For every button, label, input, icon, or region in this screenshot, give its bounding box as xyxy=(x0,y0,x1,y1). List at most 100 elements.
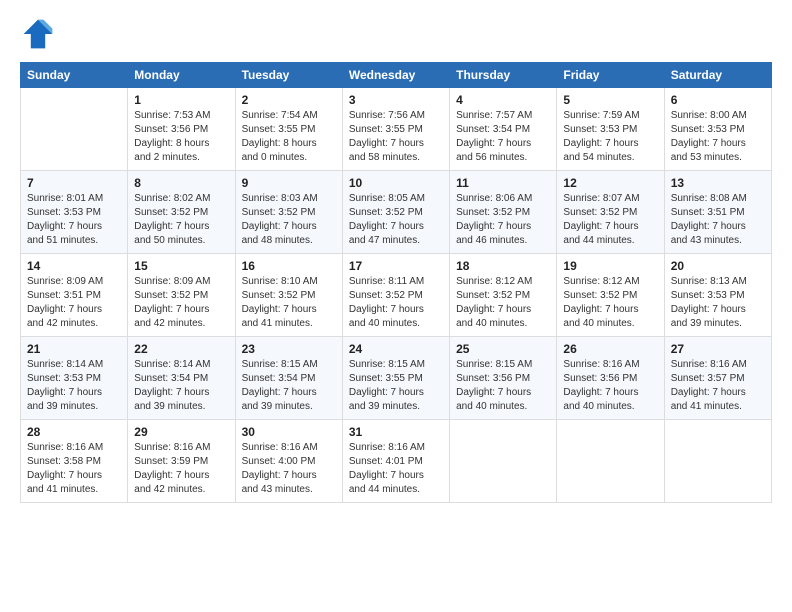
day-number: 5 xyxy=(563,93,657,107)
calendar-cell xyxy=(557,420,664,503)
calendar-cell: 10Sunrise: 8:05 AM Sunset: 3:52 PM Dayli… xyxy=(342,171,449,254)
calendar-day-header: Sunday xyxy=(21,63,128,88)
calendar-cell: 4Sunrise: 7:57 AM Sunset: 3:54 PM Daylig… xyxy=(450,88,557,171)
calendar-cell: 23Sunrise: 8:15 AM Sunset: 3:54 PM Dayli… xyxy=(235,337,342,420)
day-number: 25 xyxy=(456,342,550,356)
day-info: Sunrise: 8:09 AM Sunset: 3:52 PM Dayligh… xyxy=(134,275,228,331)
calendar-cell xyxy=(664,420,771,503)
calendar-cell: 2 Sunrise: 7:54 AM Sunset: 3:55 PM Daylig… xyxy=(235,88,342,171)
calendar: SundayMondayTuesdayWednesdayThursdayFrid… xyxy=(20,62,772,503)
calendar-cell: 30 Sunrise: 8:16 AM Sunset: 4:00 PM Dayli… xyxy=(235,420,342,503)
calendar-cell: 11 Sunrise: 8:06 AM Sunset: 3:52 PM Dayli… xyxy=(450,171,557,254)
calendar-cell: 9Sunrise: 8:03 AM Sunset: 3:52 PM Daylig… xyxy=(235,171,342,254)
page: SundayMondayTuesdayWednesdayThursdayFrid… xyxy=(0,0,792,612)
calendar-week-row: 21Sunrise: 8:14 AM Sunset: 3:53 PM Dayli… xyxy=(21,337,772,420)
calendar-week-row: 14 Sunrise: 8:09 AM Sunset: 3:51 PM Dayli… xyxy=(21,254,772,337)
day-number: 2 xyxy=(242,93,336,107)
day-number: 17 xyxy=(349,259,443,273)
day-info: Sunrise: 7:56 AM Sunset: 3:55 PM Dayligh… xyxy=(349,109,443,165)
calendar-cell: 15 Sunrise: 8:09 AM Sunset: 3:52 PM Dayli… xyxy=(128,254,235,337)
day-info: Sunrise: 7:53 AM Sunset: 3:56 PM Dayligh… xyxy=(134,109,228,165)
calendar-cell: 6 Sunrise: 8:00 AM Sunset: 3:53 PM Daylig… xyxy=(664,88,771,171)
calendar-cell: 1 Sunrise: 7:53 AM Sunset: 3:56 PM Daylig… xyxy=(128,88,235,171)
header xyxy=(20,16,772,52)
day-number: 22 xyxy=(134,342,228,356)
day-info: Sunrise: 7:57 AM Sunset: 3:54 PM Dayligh… xyxy=(456,109,550,165)
day-number: 8 xyxy=(134,176,228,190)
calendar-cell: 8 Sunrise: 8:02 AM Sunset: 3:52 PM Daylig… xyxy=(128,171,235,254)
calendar-day-header: Thursday xyxy=(450,63,557,88)
day-info: Sunrise: 8:07 AM Sunset: 3:52 PM Dayligh… xyxy=(563,192,657,248)
day-info: Sunrise: 8:09 AM Sunset: 3:51 PM Dayligh… xyxy=(27,275,121,331)
calendar-day-header: Tuesday xyxy=(235,63,342,88)
day-info: Sunrise: 8:02 AM Sunset: 3:52 PM Dayligh… xyxy=(134,192,228,248)
day-info: Sunrise: 8:15 AM Sunset: 3:56 PM Dayligh… xyxy=(456,358,550,414)
calendar-cell: 25 Sunrise: 8:15 AM Sunset: 3:56 PM Dayli… xyxy=(450,337,557,420)
day-info: Sunrise: 8:05 AM Sunset: 3:52 PM Dayligh… xyxy=(349,192,443,248)
day-info: Sunrise: 8:12 AM Sunset: 3:52 PM Dayligh… xyxy=(456,275,550,331)
day-info: Sunrise: 8:03 AM Sunset: 3:52 PM Dayligh… xyxy=(242,192,336,248)
day-info: Sunrise: 8:01 AM Sunset: 3:53 PM Dayligh… xyxy=(27,192,121,248)
calendar-cell: 5Sunrise: 7:59 AM Sunset: 3:53 PM Daylig… xyxy=(557,88,664,171)
day-number: 14 xyxy=(27,259,121,273)
day-info: Sunrise: 8:16 AM Sunset: 3:58 PM Dayligh… xyxy=(27,441,121,497)
calendar-cell: 3 Sunrise: 7:56 AM Sunset: 3:55 PM Daylig… xyxy=(342,88,449,171)
calendar-cell: 16 Sunrise: 8:10 AM Sunset: 3:52 PM Dayli… xyxy=(235,254,342,337)
day-info: Sunrise: 8:14 AM Sunset: 3:54 PM Dayligh… xyxy=(134,358,228,414)
day-number: 24 xyxy=(349,342,443,356)
day-number: 29 xyxy=(134,425,228,439)
day-number: 26 xyxy=(563,342,657,356)
day-info: Sunrise: 8:16 AM Sunset: 4:01 PM Dayligh… xyxy=(349,441,443,497)
calendar-cell: 12 Sunrise: 8:07 AM Sunset: 3:52 PM Dayli… xyxy=(557,171,664,254)
day-info: Sunrise: 8:15 AM Sunset: 3:55 PM Dayligh… xyxy=(349,358,443,414)
day-info: Sunrise: 8:12 AM Sunset: 3:52 PM Dayligh… xyxy=(563,275,657,331)
calendar-cell: 26 Sunrise: 8:16 AM Sunset: 3:56 PM Dayli… xyxy=(557,337,664,420)
calendar-day-header: Saturday xyxy=(664,63,771,88)
day-number: 3 xyxy=(349,93,443,107)
calendar-cell: 20 Sunrise: 8:13 AM Sunset: 3:53 PM Dayli… xyxy=(664,254,771,337)
day-number: 6 xyxy=(671,93,765,107)
calendar-cell: 21Sunrise: 8:14 AM Sunset: 3:53 PM Dayli… xyxy=(21,337,128,420)
day-number: 11 xyxy=(456,176,550,190)
logo-icon xyxy=(20,16,56,52)
day-number: 19 xyxy=(563,259,657,273)
calendar-cell: 13 Sunrise: 8:08 AM Sunset: 3:51 PM Dayli… xyxy=(664,171,771,254)
day-number: 30 xyxy=(242,425,336,439)
calendar-cell: 14 Sunrise: 8:09 AM Sunset: 3:51 PM Dayli… xyxy=(21,254,128,337)
calendar-cell: 29 Sunrise: 8:16 AM Sunset: 3:59 PM Dayli… xyxy=(128,420,235,503)
calendar-cell: 27Sunrise: 8:16 AM Sunset: 3:57 PM Dayli… xyxy=(664,337,771,420)
day-number: 12 xyxy=(563,176,657,190)
calendar-cell xyxy=(21,88,128,171)
day-number: 18 xyxy=(456,259,550,273)
day-info: Sunrise: 8:08 AM Sunset: 3:51 PM Dayligh… xyxy=(671,192,765,248)
calendar-cell: 28 Sunrise: 8:16 AM Sunset: 3:58 PM Dayli… xyxy=(21,420,128,503)
day-number: 15 xyxy=(134,259,228,273)
day-number: 20 xyxy=(671,259,765,273)
calendar-week-row: 1 Sunrise: 7:53 AM Sunset: 3:56 PM Daylig… xyxy=(21,88,772,171)
logo xyxy=(20,16,60,52)
day-info: Sunrise: 8:00 AM Sunset: 3:53 PM Dayligh… xyxy=(671,109,765,165)
day-info: Sunrise: 8:11 AM Sunset: 3:52 PM Dayligh… xyxy=(349,275,443,331)
day-number: 23 xyxy=(242,342,336,356)
day-number: 27 xyxy=(671,342,765,356)
day-info: Sunrise: 8:16 AM Sunset: 3:56 PM Dayligh… xyxy=(563,358,657,414)
day-number: 16 xyxy=(242,259,336,273)
day-info: Sunrise: 8:14 AM Sunset: 3:53 PM Dayligh… xyxy=(27,358,121,414)
day-number: 1 xyxy=(134,93,228,107)
calendar-header-row: SundayMondayTuesdayWednesdayThursdayFrid… xyxy=(21,63,772,88)
day-number: 13 xyxy=(671,176,765,190)
day-number: 7 xyxy=(27,176,121,190)
calendar-day-header: Friday xyxy=(557,63,664,88)
day-info: Sunrise: 8:10 AM Sunset: 3:52 PM Dayligh… xyxy=(242,275,336,331)
day-number: 31 xyxy=(349,425,443,439)
calendar-cell: 31 Sunrise: 8:16 AM Sunset: 4:01 PM Dayli… xyxy=(342,420,449,503)
calendar-cell: 19 Sunrise: 8:12 AM Sunset: 3:52 PM Dayli… xyxy=(557,254,664,337)
calendar-cell: 22 Sunrise: 8:14 AM Sunset: 3:54 PM Dayli… xyxy=(128,337,235,420)
day-info: Sunrise: 8:16 AM Sunset: 4:00 PM Dayligh… xyxy=(242,441,336,497)
day-info: Sunrise: 8:06 AM Sunset: 3:52 PM Dayligh… xyxy=(456,192,550,248)
day-number: 28 xyxy=(27,425,121,439)
calendar-cell xyxy=(450,420,557,503)
day-info: Sunrise: 7:54 AM Sunset: 3:55 PM Dayligh… xyxy=(242,109,336,165)
day-info: Sunrise: 8:13 AM Sunset: 3:53 PM Dayligh… xyxy=(671,275,765,331)
day-info: Sunrise: 8:16 AM Sunset: 3:59 PM Dayligh… xyxy=(134,441,228,497)
